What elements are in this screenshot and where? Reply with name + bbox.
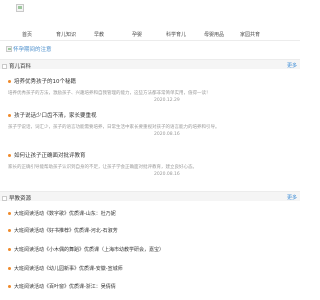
- list-item-text: 大班阅读活动《好书推荐》优质课-河北-石淑芳: [14, 228, 118, 234]
- nav-item-home-school[interactable]: 家园共育: [240, 31, 260, 38]
- article-title-text: 如何让孩子正确面对批评教育: [14, 153, 86, 159]
- list-item-text: 大班阅读活动《小木偶的舞蹈》优质课（上海市幼教学研会，嘉宝）: [14, 247, 165, 253]
- main-nav: 首页 育儿知识 早教 孕婴 科学育儿 母婴用品 家园共育: [0, 27, 300, 41]
- nav-item-early-education[interactable]: 早教: [94, 31, 104, 38]
- bullet-icon: [8, 229, 11, 232]
- more-link[interactable]: 更多: [287, 194, 297, 201]
- article-summary: 孩子学说话，词汇少，孩子的语言功能需要培养，日常生活中家长要重视对孩子的语言能力…: [8, 125, 220, 130]
- list-item-text: 大班阅读活动《数字歌》优质课-山东：杜乃妮: [14, 211, 116, 217]
- article-title-text: 培养优秀孩子的10个秘籍: [14, 79, 76, 85]
- article-title[interactable]: 培养优秀孩子的10个秘籍: [8, 77, 292, 85]
- list-item[interactable]: 大班阅读活动《数字歌》优质课-山东：杜乃妮: [8, 210, 116, 217]
- list-item-text: 大班阅读活动《百叶窗》优质课-浙江：吴倩倩: [14, 284, 116, 290]
- nav-item-pregnancy[interactable]: 孕婴: [132, 31, 142, 38]
- article-date: 2020.08.16: [154, 172, 180, 177]
- bullet-icon: [8, 267, 11, 270]
- section-title: 早教资源: [2, 194, 31, 202]
- bullet-icon: [8, 212, 11, 215]
- section-title-text: 育儿百科: [9, 64, 32, 70]
- bullet-icon: [8, 79, 11, 83]
- bullet-icon: [8, 285, 11, 288]
- section-header: 育儿百科 更多: [0, 59, 300, 70]
- site-logo[interactable]: [16, 4, 24, 12]
- list-item[interactable]: 大班阅读活动《好书推荐》优质课-河北-石淑芳: [8, 227, 118, 234]
- banner[interactable]: 怀孕期间的注意: [6, 45, 52, 53]
- article-date: 2020.12.29: [154, 98, 180, 103]
- article-item[interactable]: 孩子说话少口齿不清，家长要重视 孩子学说话，词汇少，孩子的语言功能需要培养，日常…: [8, 111, 292, 137]
- section-title: 育儿百科: [2, 62, 31, 70]
- list-item-text: 大班阅读活动《幼儿园新事》优质课-安徽-宣城师: [14, 266, 123, 272]
- section-early-education: 早教资源 更多: [0, 191, 300, 202]
- nav-item-products[interactable]: 母婴用品: [204, 31, 224, 38]
- section-header: 早教资源 更多: [0, 191, 300, 202]
- nav-item-home[interactable]: 首页: [22, 31, 32, 38]
- section-title-text: 早教资源: [9, 196, 32, 202]
- section-parenting: 育儿百科 更多: [0, 59, 300, 70]
- bullet-icon: [8, 113, 11, 117]
- bullet-icon: [8, 153, 11, 157]
- nav-item-science[interactable]: 科学育儿: [166, 31, 186, 38]
- list-item[interactable]: 大班阅读活动《百叶窗》优质课-浙江：吴倩倩: [8, 283, 116, 290]
- article-summary: 家长的正确引导能帮助孩子认识到自身的不足，让孩子学会正确面对批评教育，建立良好心…: [8, 165, 197, 170]
- article-summary: 培养优秀孩子的方法，激励孩子、兴趣培养和自我管理的能力，这些方法都非常简单实用，…: [8, 91, 211, 96]
- nav-item-parenting[interactable]: 育儿知识: [56, 31, 76, 38]
- article-item[interactable]: 如何让孩子正确面对批评教育 家长的正确引导能帮助孩子认识到自身的不足，让孩子学会…: [8, 151, 292, 177]
- section-icon: [2, 63, 7, 69]
- bullet-icon: [8, 248, 11, 251]
- article-title[interactable]: 孩子说话少口齿不清，家长要重视: [8, 111, 292, 119]
- broken-image-icon: [6, 46, 12, 52]
- article-item[interactable]: 培养优秀孩子的10个秘籍 培养优秀孩子的方法，激励孩子、兴趣培养和自我管理的能力…: [8, 77, 292, 103]
- section-icon: [2, 195, 7, 201]
- banner-alt-text: 怀孕期间的注意: [13, 47, 52, 53]
- article-title[interactable]: 如何让孩子正确面对批评教育: [8, 151, 292, 159]
- list-item[interactable]: 大班阅读活动《幼儿园新事》优质课-安徽-宣城师: [8, 265, 123, 272]
- list-item[interactable]: 大班阅读活动《小木偶的舞蹈》优质课（上海市幼教学研会，嘉宝）: [8, 246, 164, 253]
- more-link[interactable]: 更多: [287, 62, 297, 69]
- article-title-text: 孩子说话少口齿不清，家长要重视: [14, 113, 97, 119]
- article-date: 2020.08.16: [154, 132, 180, 137]
